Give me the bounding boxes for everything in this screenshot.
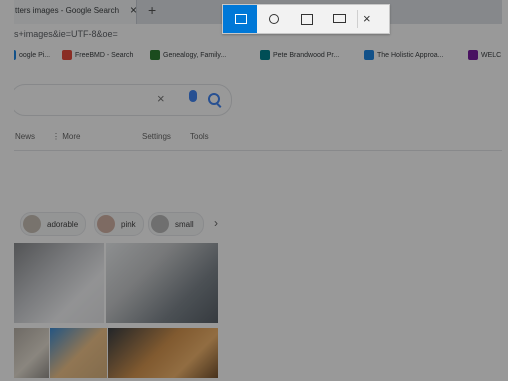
- window-snip-button[interactable]: [289, 5, 323, 33]
- fullscreen-snip-button[interactable]: [321, 5, 355, 33]
- window-icon: [301, 14, 313, 25]
- close-icon[interactable]: ×: [363, 11, 371, 26]
- screen: tters images - Google Search × + s+image…: [0, 0, 508, 381]
- snip-toolbar: ×: [222, 4, 390, 34]
- freeform-snip-button[interactable]: [257, 5, 291, 33]
- divider: [357, 10, 358, 28]
- rectangle-icon: [235, 14, 247, 24]
- rectangular-snip-button[interactable]: [223, 5, 257, 33]
- snip-overlay: [0, 0, 508, 381]
- freeform-icon: [269, 14, 279, 24]
- fullscreen-icon: [333, 14, 346, 23]
